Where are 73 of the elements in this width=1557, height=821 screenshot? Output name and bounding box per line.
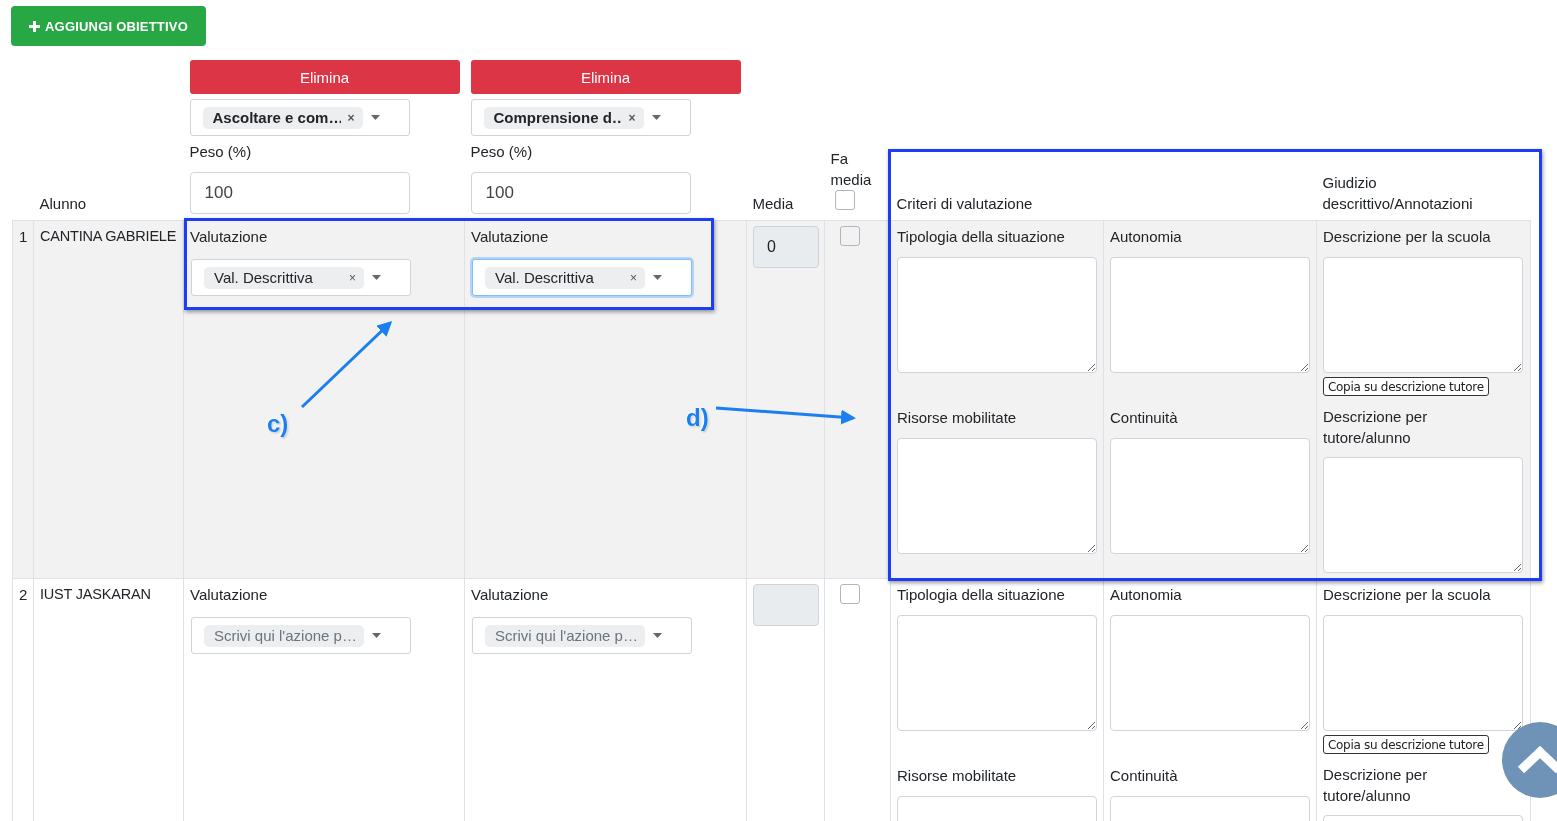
remove-icon[interactable]: × [347,110,355,125]
field-label: Descrizione per la scuola [1323,227,1492,247]
caret-icon [372,275,381,280]
selected-tag: Ascoltare e com… [212,109,342,126]
column-header: Giudizio descrittivo/Annotazioni [1322,173,1474,214]
delete-button[interactable]: Elimina [470,60,741,94]
copy-button[interactable]: Copia su descrizione tutore [1323,735,1489,754]
selected-tag: Comprensione d… [493,109,623,126]
caret-icon [653,633,662,638]
field-label: Risorse mobilitate [897,408,1018,428]
field-label: Autonomia [1110,585,1183,605]
field-label: Continuità [1110,766,1179,786]
copy-button[interactable]: Copia su descrizione tutore [1323,377,1489,396]
annotation-label: d) [686,404,709,432]
plus-icon [29,20,40,32]
checkbox[interactable] [840,584,860,604]
objective-select[interactable]: Ascoltare e com… × [189,99,410,136]
text-area[interactable] [1323,615,1523,731]
field-label: Risorse mobilitate [897,766,1018,786]
select-placeholder: Scrivi qui l'azione p… [214,627,356,644]
remove-icon[interactable]: × [349,270,356,285]
select-placeholder: Scrivi qui l'azione p… [495,627,637,644]
field-label: Descrizione per tutore/alunno [1323,407,1429,448]
caret-icon [372,633,381,638]
text-area[interactable] [897,615,1097,731]
text-area[interactable] [1110,615,1310,731]
student-name: CANTINA GABRIELE [40,227,177,246]
select-field[interactable]: Val. Descrittiva × [191,259,411,296]
media-field[interactable]: 0 [753,226,819,268]
caret-icon [370,115,380,120]
field-label: Valutazione [471,585,550,605]
checkbox[interactable] [840,226,860,246]
caret-icon [653,275,662,280]
checkbox[interactable] [834,190,855,210]
row-number: 2 [19,585,27,605]
row-number: 1 [19,227,27,247]
delete-button[interactable]: Elimina [189,60,460,94]
field-label: Descrizione per tutore/alunno [1323,765,1429,806]
field-label: Continuità [1110,408,1179,428]
media-field[interactable] [753,584,819,626]
field-label: Peso (%) [189,142,253,162]
select-field[interactable]: Scrivi qui l'azione p… [472,617,692,654]
text-area[interactable] [1323,257,1523,373]
caret-icon [651,115,661,120]
text-area[interactable] [897,257,1097,373]
column-header: Media [752,194,795,214]
chevron-up-icon [1517,746,1557,774]
text-area[interactable] [1110,438,1310,554]
column-header: Fa media [830,149,873,190]
field-label: Autonomia [1110,227,1183,247]
select-field[interactable]: Scrivi qui l'azione p… [191,617,411,654]
objective-select[interactable]: Comprensione d…× [470,99,691,136]
selected-tag: Val. Descrittiva [495,269,624,286]
text-area[interactable] [1110,257,1310,373]
field-label: Descrizione per la scuola [1323,585,1492,605]
student-name: IUST JASKARAN [40,585,152,604]
remove-icon[interactable]: × [628,110,636,125]
text-area[interactable] [1323,457,1523,573]
column-header: Alunno [39,194,88,214]
weight-input[interactable]: 100 [470,172,691,214]
field-label: Valutazione [190,227,269,247]
field-label: Valutazione [471,227,550,247]
column-header: Criteri di valutazione [896,194,1034,214]
selected-tag: Val. Descrittiva [214,269,343,286]
field-label: Valutazione [190,585,269,605]
select-field[interactable]: Val. Descrittiva × [472,259,692,296]
remove-icon[interactable]: × [630,270,637,285]
text-area[interactable] [897,438,1097,554]
annotation-label: c) [267,410,289,438]
field-label: Tipologia della situazione [897,585,1066,605]
weight-input[interactable]: 100 [189,172,410,214]
field-label: Peso (%) [470,142,534,162]
field-label: Tipologia della situazione [897,227,1066,247]
